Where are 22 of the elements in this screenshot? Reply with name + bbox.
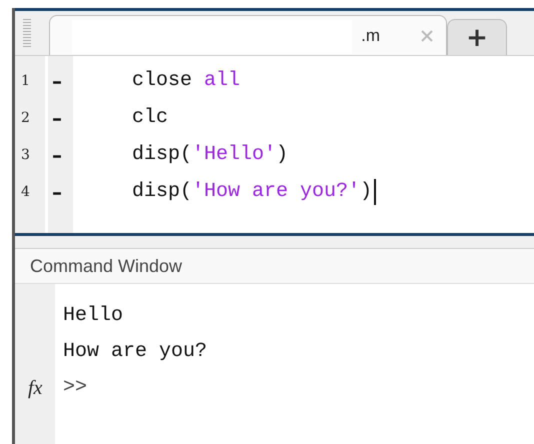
function-browser-button[interactable]: fx (28, 370, 42, 406)
output-line: How are you? (63, 339, 208, 365)
line-number: 3 (20, 146, 31, 162)
tab-label: .m (361, 26, 380, 46)
file-tab[interactable]: .m (49, 15, 447, 55)
breakpoint-mark[interactable]: – (41, 68, 73, 92)
code-line: disp('Hello') (132, 143, 288, 166)
panel-title: Command Window (15, 249, 534, 284)
code-line: clc (132, 106, 168, 129)
breakpoint-mark[interactable]: – (41, 180, 73, 204)
line-number: 4 (20, 184, 31, 200)
splitter-bar[interactable] (15, 236, 534, 249)
breakpoint-mark[interactable]: – (41, 106, 73, 130)
line-number: 1 (20, 72, 31, 88)
code-line: disp('How are you?') (132, 178, 376, 204)
breakpoint-mark[interactable]: – (41, 142, 73, 166)
code-line: close all (132, 69, 240, 92)
output-line: Hello (63, 303, 124, 329)
close-icon[interactable] (420, 28, 434, 42)
command-prompt[interactable]: >> (63, 376, 88, 399)
new-tab-button[interactable]: + (447, 19, 507, 55)
line-number: 2 (20, 110, 31, 126)
